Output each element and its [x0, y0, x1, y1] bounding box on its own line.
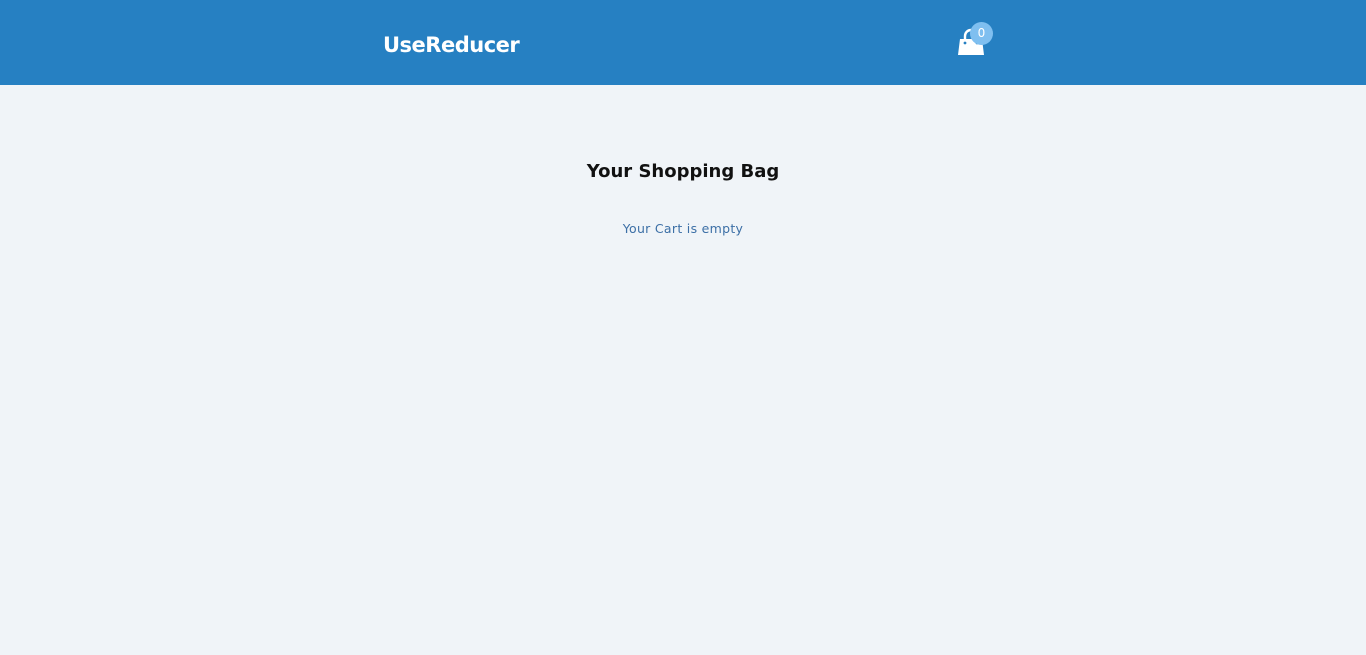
cart-section: Your Shopping Bag Your Cart is empty — [0, 85, 1366, 655]
page-title: Your Shopping Bag — [586, 161, 780, 182]
brand-logo[interactable]: UseReducer — [383, 30, 520, 60]
cart-count-badge: 0 — [970, 22, 993, 45]
empty-cart-message: Your Cart is empty — [622, 221, 744, 236]
navbar: UseReducer 0 — [0, 0, 1366, 85]
cart-button[interactable]: 0 — [956, 22, 996, 62]
